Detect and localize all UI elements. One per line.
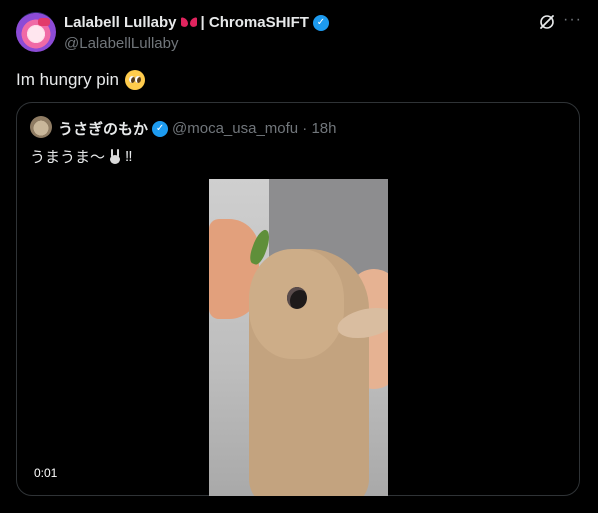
quoted-text-suffix: ‼ [125, 148, 133, 165]
video-rabbit-eye [287, 287, 307, 309]
avatar-bow [38, 18, 50, 26]
tweet-text-content: Im hungry pin [16, 70, 119, 89]
author-display-name[interactable]: Lalabell Lullaby [64, 14, 177, 31]
quoted-verified-badge-icon: ✓ [152, 120, 169, 137]
tweet-text: Im hungry pin [16, 70, 145, 90]
author-avatar[interactable] [16, 12, 56, 52]
quoted-text-prefix: うまうま〜 [30, 149, 106, 166]
pleading-face-emoji-icon [125, 70, 145, 90]
verified-badge-icon: ✓ [312, 14, 329, 31]
quoted-display-name[interactable]: うさぎのもか [58, 118, 148, 139]
quoted-video[interactable] [209, 179, 388, 496]
quoted-handle-time[interactable]: @moca_usa_mofu · 18h [172, 120, 336, 137]
ribbon-emoji-icon [181, 16, 197, 30]
quoted-author-row[interactable]: うさぎのもか ✓ @moca_usa_mofu · 18h [58, 118, 337, 139]
author-handle[interactable]: @LalabellLullaby [64, 35, 178, 52]
video-time-badge: 0:01 [30, 464, 62, 482]
author-name-row[interactable]: Lalabell Lullaby | ChromaSHIFT ✓ [64, 14, 329, 31]
more-options-icon[interactable]: ··· [563, 12, 581, 31]
quoted-author-avatar[interactable] [30, 116, 52, 138]
quoted-tweet-text: うまうま〜 ‼ [30, 146, 133, 167]
avatar-face [28, 26, 44, 42]
author-name-suffix[interactable]: | ChromaSHIFT [201, 14, 309, 31]
rabbit-face-emoji-icon [107, 148, 123, 165]
grok-icon[interactable] [538, 13, 556, 31]
